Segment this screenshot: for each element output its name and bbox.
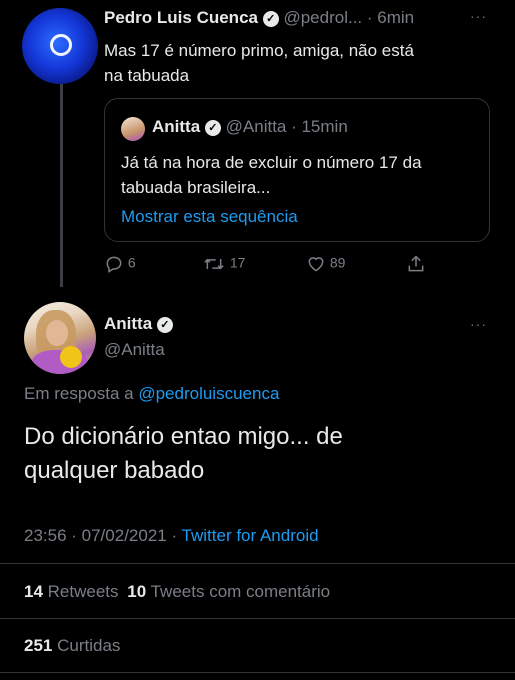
reply-prefix: Em resposta a [24, 384, 134, 403]
main-text-line: Do dicionário entao migo... de [24, 423, 343, 450]
avatar-logo-icon [50, 34, 72, 56]
anitta-avatar[interactable] [24, 302, 96, 374]
divider [0, 563, 515, 564]
retweet-icon [204, 258, 224, 270]
verified-icon: ✓ [204, 119, 221, 136]
more-icon[interactable]: ··· [470, 316, 487, 332]
pedro-avatar[interactable] [22, 8, 98, 84]
retweet-action[interactable]: 17 [202, 254, 245, 274]
source-link[interactable]: Twitter for Android [182, 526, 319, 545]
retweet-stats: 14 Retweets 10 Tweets com comentário [24, 582, 330, 602]
timestamp-row: 23:56 · 07/02/2021 · Twitter for Android [24, 526, 319, 546]
reply-text-line: Mas 17 é número primo, amiga, não está [104, 41, 414, 60]
likes-count: 251 [24, 636, 53, 655]
quotes-label[interactable]: Tweets com comentário [151, 582, 331, 601]
quotes-count: 10 [127, 582, 147, 601]
reply-count: 6 [127, 254, 136, 271]
more-icon[interactable]: ··· [470, 8, 487, 24]
reply-handle-time: @pedrol... · 6min [283, 8, 415, 27]
reply-to-link[interactable]: @pedroluiscuenca [138, 384, 279, 403]
divider [0, 618, 515, 619]
quote-avatar [121, 117, 145, 141]
likes-label[interactable]: Curtidas [57, 636, 120, 655]
share-icon [408, 255, 424, 272]
like-count: 89 [329, 254, 346, 271]
quote-header: Anitta ✓ @Anitta · 15min [152, 117, 348, 137]
reply-text-line: na tabuada [104, 66, 190, 85]
main-author-row: Anitta ✓ [104, 314, 173, 334]
thread-connector-line [60, 82, 63, 287]
like-icon [308, 257, 324, 272]
quote-text-line: Já tá na hora de excluir o número 17 da [121, 153, 422, 172]
timestamp[interactable]: 23:56 · 07/02/2021 · [24, 526, 177, 545]
likes-stats: 251 Curtidas [24, 636, 120, 656]
retweets-label[interactable]: Retweets [48, 582, 119, 601]
quote-text-line: tabuada brasileira... [121, 178, 271, 197]
reply-icon [106, 256, 122, 273]
main-author-name[interactable]: Anitta [104, 314, 152, 333]
reply-tweet-text: Mas 17 é número primo, amiga, não está n… [104, 38, 414, 88]
main-tweet-text: Do dicionário entao migo... de qualquer … [24, 420, 343, 488]
share-action[interactable] [406, 254, 426, 274]
reply-action[interactable]: 6 [104, 254, 136, 274]
show-thread-link[interactable]: Mostrar esta sequência [121, 207, 298, 227]
verified-icon: ✓ [156, 316, 173, 333]
quote-author-name: Anitta [152, 117, 201, 136]
verified-icon: ✓ [262, 10, 279, 27]
like-action[interactable]: 89 [306, 254, 345, 274]
reply-tweet-header: Pedro Luis Cuenca ✓ @pedrol... · 6min [104, 8, 414, 28]
main-text-line: qualquer babado [24, 457, 205, 484]
divider [0, 672, 515, 673]
retweets-count: 14 [24, 582, 43, 601]
main-handle[interactable]: @Anitta [104, 340, 165, 360]
quote-handle-time: @Anitta · 15min [225, 117, 348, 136]
retweet-count: 17 [229, 254, 246, 271]
quote-text: Já tá na hora de excluir o número 17 da … [121, 150, 422, 200]
reply-context: Em resposta a @pedroluiscuenca [24, 384, 279, 404]
reply-author-name[interactable]: Pedro Luis Cuenca [104, 8, 258, 27]
